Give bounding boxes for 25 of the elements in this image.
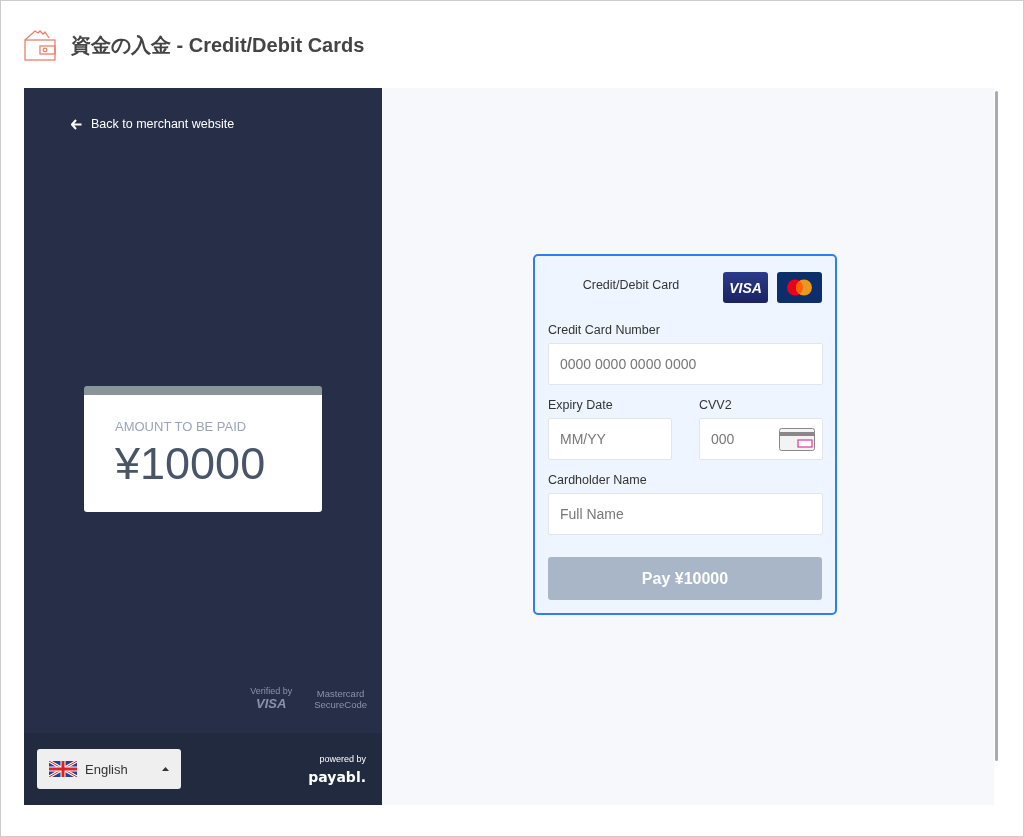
arrow-left-icon	[71, 118, 82, 130]
language-select[interactable]: English	[37, 749, 181, 789]
input-field[interactable]: MM/YY	[548, 418, 672, 460]
caret-icon	[162, 767, 169, 771]
powered-by-label: powered by	[319, 753, 366, 764]
input-field[interactable]: Full Name	[548, 493, 823, 535]
back-link[interactable]: Back to merchant website	[71, 117, 382, 131]
verified-by-visa-logo: Verified by VISA	[250, 686, 293, 711]
securecode-logo: Mastercard SecureCode	[314, 687, 367, 710]
form-title: Credit/Debit Card	[581, 277, 681, 292]
field-label: Credit Card Number	[548, 323, 661, 337]
field-label: CVV2	[699, 398, 733, 412]
amount-label: AMOUNT TO BE PAID	[115, 419, 248, 434]
page-title: 資金の入金 - Credit/Debit Cards	[71, 32, 365, 58]
mastercard-logo	[777, 272, 822, 303]
brand-logo: payabl.	[308, 768, 366, 785]
wallet-icon	[23, 28, 57, 62]
input-field[interactable]: 0000 0000 0000 0000	[548, 343, 823, 385]
card-back-icon	[779, 428, 815, 451]
amount-value: ¥10000	[115, 438, 267, 490]
field-label: Cardholder Name	[548, 473, 648, 487]
scrollbar[interactable]	[995, 91, 998, 761]
field-label: Expiry Date	[548, 398, 614, 412]
visa-logo: VISA	[723, 272, 768, 303]
flag-icon	[49, 761, 77, 777]
